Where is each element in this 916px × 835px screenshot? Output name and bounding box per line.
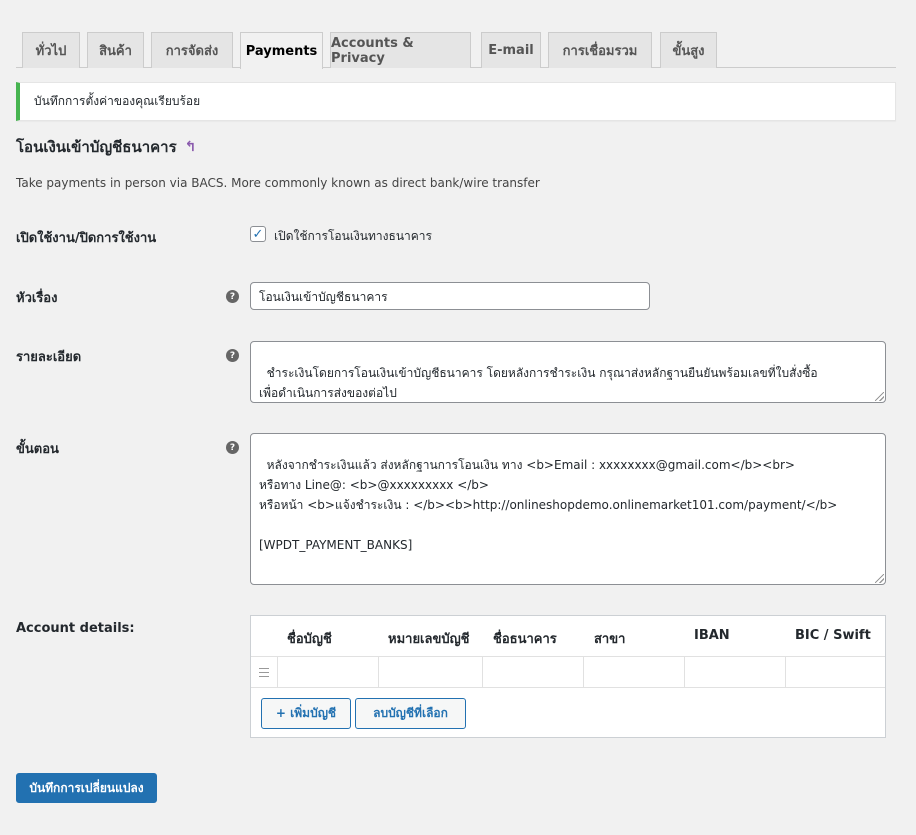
section-title-text: โอนเงินเข้าบัญชีธนาคาร xyxy=(16,138,177,156)
tab-integration[interactable]: การเชื่อมรวม xyxy=(548,32,652,68)
title-input[interactable]: โอนเงินเข้าบัญชีธนาคาร xyxy=(250,282,650,310)
column-branch: สาขา xyxy=(594,632,626,647)
section-title: โอนเงินเข้าบัญชีธนาคาร ↰ xyxy=(16,135,196,159)
table-cell[interactable] xyxy=(277,657,378,688)
resize-handle-icon[interactable] xyxy=(875,574,884,583)
table-divider xyxy=(251,687,885,688)
help-icon[interactable]: ? xyxy=(226,441,239,454)
settings-saved-notice: บันทึกการตั้งค่าของคุณเรียบร้อย xyxy=(16,82,896,121)
table-cell[interactable] xyxy=(378,657,482,688)
column-bic-swift: BIC / Swift xyxy=(795,628,871,643)
tab-advanced[interactable]: ขั้นสูง xyxy=(660,32,717,68)
save-changes-button[interactable]: บันทึกการเปลี่ยนแปลง xyxy=(16,773,157,803)
details-label: รายละเอียด xyxy=(16,350,82,365)
enable-checkbox[interactable]: ✓ xyxy=(250,226,266,242)
table-cell[interactable] xyxy=(482,657,583,688)
steps-textarea[interactable]: หลังจากชำระเงินแล้ว ส่งหลักฐานการโอนเงิน… xyxy=(250,433,886,585)
account-details-table: ชื่อบัญชี หมายเลขบัญชี ชื่อธนาคาร สาขา I… xyxy=(250,615,886,738)
column-account-number: หมายเลขบัญชี xyxy=(388,632,470,647)
remove-selected-accounts-button[interactable]: ลบบัญชีที่เลือก xyxy=(355,698,466,729)
section-description: Take payments in person via BACS. More c… xyxy=(16,176,540,190)
check-mark-icon: ✓ xyxy=(252,226,264,242)
help-icon[interactable]: ? xyxy=(226,349,239,362)
resize-handle-icon[interactable] xyxy=(875,392,884,401)
table-cell[interactable] xyxy=(684,657,785,688)
column-iban: IBAN xyxy=(694,628,730,643)
add-account-button[interactable]: + เพิ่มบัญชี xyxy=(261,698,351,729)
enable-label: เปิดใช้งาน/ปิดการใช้งาน xyxy=(16,231,157,246)
steps-label: ขั้นตอน xyxy=(16,442,59,457)
tab-products[interactable]: สินค้า xyxy=(87,32,144,68)
tab-general[interactable]: ทั่วไป xyxy=(22,32,80,68)
title-label: หัวเรื่อง xyxy=(16,291,58,306)
details-text: ชำระเงินโดยการโอนเงินเข้าบัญชีธนาคาร โดย… xyxy=(259,366,818,400)
enable-checkbox-label[interactable]: เปิดใช้การโอนเงินทางธนาคาร xyxy=(274,227,432,246)
tab-email[interactable]: E-mail xyxy=(481,32,541,68)
tab-accounts-privacy[interactable]: Accounts & Privacy xyxy=(330,32,471,68)
tab-payments[interactable]: Payments xyxy=(240,32,323,69)
drag-handle-icon[interactable] xyxy=(259,668,269,677)
return-icon[interactable]: ↰ xyxy=(185,139,197,155)
tab-shipping[interactable]: การจัดส่ง xyxy=(151,32,233,68)
notice-text: บันทึกการตั้งค่าของคุณเรียบร้อย xyxy=(34,94,201,108)
details-textarea[interactable]: ชำระเงินโดยการโอนเงินเข้าบัญชีธนาคาร โดย… xyxy=(250,341,886,403)
column-bank-name: ชื่อธนาคาร xyxy=(493,632,557,647)
column-account-name: ชื่อบัญชี xyxy=(287,632,332,647)
help-icon[interactable]: ? xyxy=(226,290,239,303)
settings-tabs: ทั่วไป สินค้า การจัดส่ง Payments Account… xyxy=(16,32,896,69)
steps-text: หลังจากชำระเงินแล้ว ส่งหลักฐานการโอนเงิน… xyxy=(259,458,838,552)
table-cell[interactable] xyxy=(583,657,684,688)
account-details-label: Account details: xyxy=(16,621,135,636)
table-cell[interactable] xyxy=(785,657,885,688)
